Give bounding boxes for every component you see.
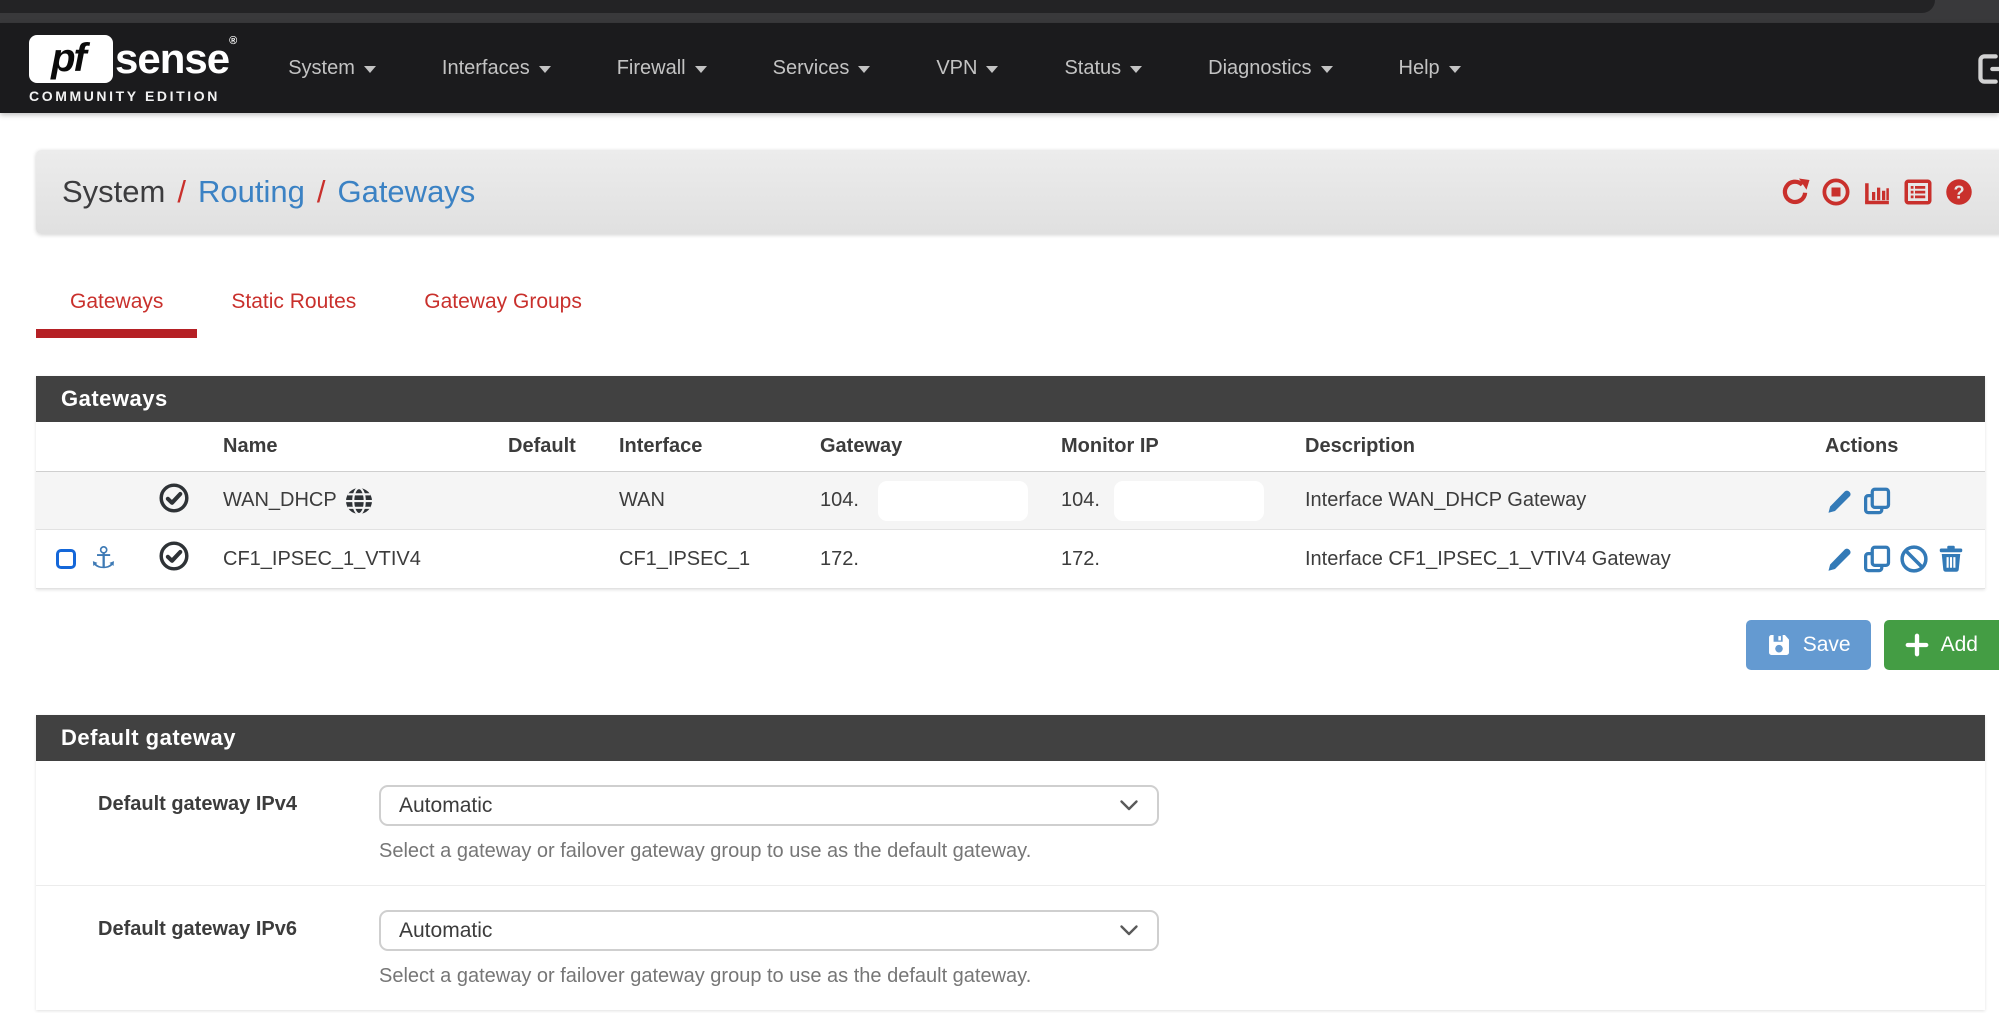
table-row-cf1-ipsec: ⚓ CF1_IPSEC_1_VTIV4 CF1_IPSEC_1 172. 172… xyxy=(36,530,1985,589)
main-content: System / Routing / Gateways ? Gateways S… xyxy=(0,150,1999,1010)
menu-interfaces[interactable]: Interfaces xyxy=(442,57,551,80)
pfsense-logo[interactable]: pf sense® COMMUNITY EDITION xyxy=(29,35,236,104)
chevron-down-icon xyxy=(1119,799,1139,812)
edit-icon[interactable] xyxy=(1825,544,1855,574)
gateway-description: Interface CF1_IPSEC_1_VTIV4 Gateway xyxy=(1297,548,1817,571)
menu-help[interactable]: Help xyxy=(1399,57,1461,80)
gateway-address: 104. xyxy=(820,489,859,511)
chevron-down-icon xyxy=(1119,924,1139,937)
menu-services[interactable]: Services xyxy=(773,57,871,80)
default-gateway-panel: Default gateway Default gateway IPv4 Aut… xyxy=(36,715,1985,1010)
default-gateway-ipv6-label: Default gateway IPv6 xyxy=(36,910,379,988)
col-name: Name xyxy=(215,435,500,458)
col-default: Default xyxy=(500,435,611,458)
logo-pf-mark: pf xyxy=(29,35,113,83)
table-buttons-row: Save Add xyxy=(36,620,1999,670)
anchor-icon: ⚓ xyxy=(90,544,117,574)
copy-icon[interactable] xyxy=(1862,486,1892,516)
stop-icon[interactable] xyxy=(1821,177,1851,207)
breadcrumb-bar: System / Routing / Gateways ? xyxy=(36,150,1999,234)
caret-down-icon xyxy=(1321,66,1333,73)
gateway-address: 172. xyxy=(820,548,859,570)
caret-down-icon xyxy=(1449,66,1461,73)
gateways-panel: Gateways Name Default Interface Gateway … xyxy=(36,376,1985,589)
routing-tabs: Gateways Static Routes Gateway Groups xyxy=(36,290,1999,338)
gateway-name: WAN_DHCP xyxy=(223,489,337,512)
menu-status[interactable]: Status xyxy=(1064,57,1142,80)
selected-value: Automatic xyxy=(399,794,492,818)
logo-tagline: COMMUNITY EDITION xyxy=(29,88,236,104)
logo-sense-text: sense® xyxy=(115,35,236,83)
col-monitor-ip: Monitor IP xyxy=(1053,435,1297,458)
monitor-ip: 172. xyxy=(1061,548,1100,570)
copy-icon[interactable] xyxy=(1862,544,1892,574)
breadcrumb-action-icons: ? xyxy=(1780,177,1974,207)
monitor-graph-icon[interactable] xyxy=(1862,177,1892,207)
sign-out-icon[interactable] xyxy=(1973,53,1999,85)
default-gateway-ipv4-select[interactable]: Automatic xyxy=(379,785,1159,826)
row-checkbox[interactable] xyxy=(56,549,76,569)
caret-down-icon xyxy=(695,66,707,73)
caret-down-icon xyxy=(986,66,998,73)
delete-icon[interactable] xyxy=(1936,544,1966,574)
redaction-box xyxy=(1114,481,1264,521)
navbar-menus: System Interfaces Firewall Services VPN … xyxy=(288,57,1460,80)
default-gateway-ipv6-select[interactable]: Automatic xyxy=(379,910,1159,951)
add-button[interactable]: Add xyxy=(1884,620,1999,670)
col-actions: Actions xyxy=(1817,435,1985,458)
gateway-interface: CF1_IPSEC_1 xyxy=(611,548,812,571)
disable-icon[interactable] xyxy=(1899,544,1929,574)
menu-vpn[interactable]: VPN xyxy=(936,57,998,80)
log-icon[interactable] xyxy=(1903,177,1933,207)
plus-icon xyxy=(1904,632,1930,658)
default-gateway-panel-title: Default gateway xyxy=(36,715,1985,761)
redaction-box xyxy=(878,481,1028,521)
breadcrumb: System / Routing / Gateways xyxy=(62,174,475,210)
caret-down-icon xyxy=(364,66,376,73)
form-row-ipv4: Default gateway IPv4 Automatic Select a … xyxy=(36,761,1985,886)
save-button[interactable]: Save xyxy=(1746,620,1871,670)
tab-gateways[interactable]: Gateways xyxy=(36,290,197,338)
menu-system[interactable]: System xyxy=(288,57,376,80)
breadcrumb-routing-link[interactable]: Routing xyxy=(198,174,305,210)
browser-tab-shape xyxy=(0,0,1935,13)
gateways-table-header: Name Default Interface Gateway Monitor I… xyxy=(36,422,1985,472)
browser-chrome-strip xyxy=(0,0,1999,23)
default-gateway-ipv4-label: Default gateway IPv4 xyxy=(36,785,379,863)
check-circle-icon xyxy=(158,540,190,572)
form-row-ipv6: Default gateway IPv6 Automatic Select a … xyxy=(36,886,1985,1010)
col-interface: Interface xyxy=(611,435,812,458)
caret-down-icon xyxy=(858,66,870,73)
gateways-panel-title: Gateways xyxy=(36,376,1985,422)
gateway-description: Interface WAN_DHCP Gateway xyxy=(1297,489,1817,512)
col-description: Description xyxy=(1297,435,1817,458)
caret-down-icon xyxy=(1130,66,1142,73)
caret-down-icon xyxy=(539,66,551,73)
help-text: Select a gateway or failover gateway gro… xyxy=(379,965,1939,988)
help-text: Select a gateway or failover gateway gro… xyxy=(379,840,1939,863)
tab-static-routes[interactable]: Static Routes xyxy=(197,290,390,338)
gateway-name: CF1_IPSEC_1_VTIV4 xyxy=(223,548,421,571)
selected-value: Automatic xyxy=(399,919,492,943)
help-icon[interactable]: ? xyxy=(1944,177,1974,207)
pfsense-gateways-page: pf sense® COMMUNITY EDITION System Inter… xyxy=(0,0,1999,1013)
table-row-wan-dhcp: WAN_DHCP WAN 104. 104. Interface WAN_DHC… xyxy=(36,472,1985,530)
tab-gateway-groups[interactable]: Gateway Groups xyxy=(390,290,616,338)
col-gateway: Gateway xyxy=(812,435,1053,458)
breadcrumb-separator: / xyxy=(177,174,186,210)
save-icon xyxy=(1766,632,1792,658)
breadcrumb-separator: / xyxy=(317,174,326,210)
globe-icon xyxy=(344,486,374,516)
gateway-interface: WAN xyxy=(611,489,812,512)
breadcrumb-gateways-link[interactable]: Gateways xyxy=(337,174,475,210)
top-navbar: pf sense® COMMUNITY EDITION System Inter… xyxy=(0,23,1999,113)
menu-diagnostics[interactable]: Diagnostics xyxy=(1208,57,1332,80)
svg-text:?: ? xyxy=(1953,183,1964,203)
edit-icon[interactable] xyxy=(1825,486,1855,516)
check-circle-icon xyxy=(158,482,190,514)
menu-firewall[interactable]: Firewall xyxy=(617,57,707,80)
refresh-icon[interactable] xyxy=(1780,177,1810,207)
monitor-ip: 104. xyxy=(1061,489,1100,511)
breadcrumb-system: System xyxy=(62,174,165,210)
